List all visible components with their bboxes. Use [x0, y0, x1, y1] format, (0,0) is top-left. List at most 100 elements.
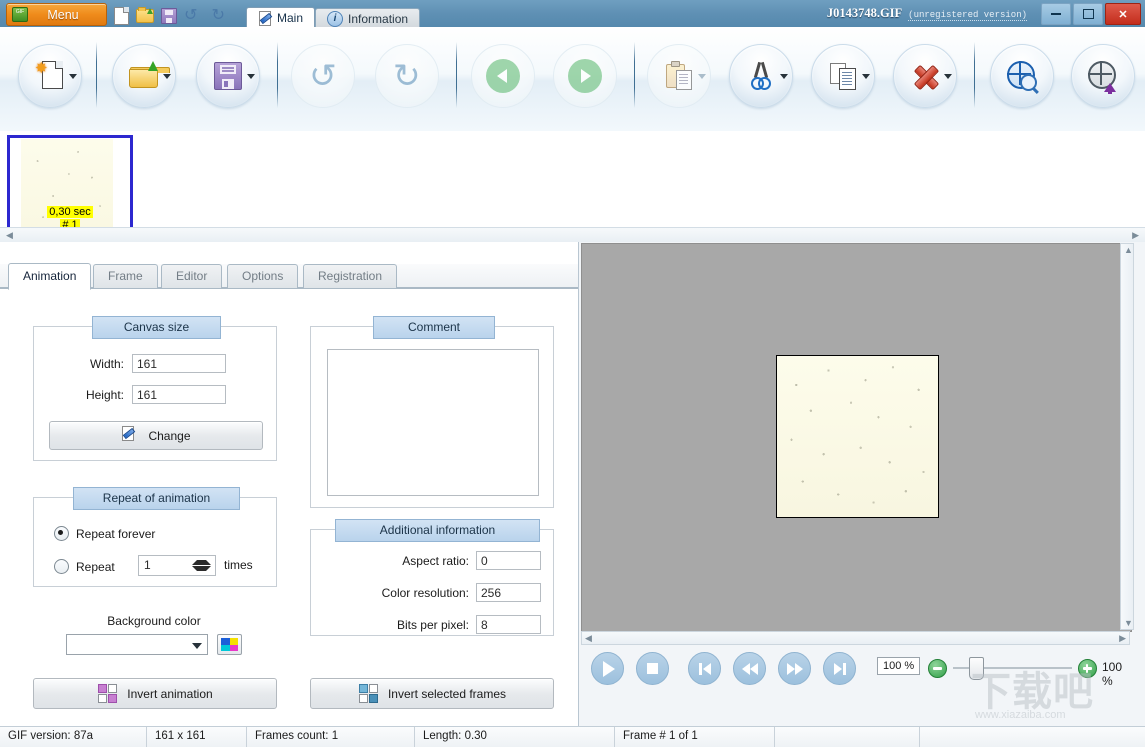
repeat-count-stepper[interactable]: 1 — [138, 555, 216, 576]
comment-textarea[interactable] — [327, 349, 539, 496]
preview-vertical-scrollbar[interactable]: ▲ ▼ — [1120, 243, 1134, 630]
tab-main[interactable]: Main — [246, 7, 316, 28]
next-frame-button[interactable] — [553, 44, 617, 108]
redo-button[interactable]: ↺ — [375, 44, 439, 108]
gif-animator-window: Menu ↺ ↺ Main i Information J0143748.GIF… — [0, 0, 1145, 747]
qat-undo-icon[interactable]: ↺ — [184, 6, 201, 24]
scroll-right-icon[interactable]: ▶ — [1119, 633, 1126, 644]
plus-circle-icon[interactable] — [1078, 659, 1097, 678]
invert-frames-label: Invert selected frames — [387, 686, 507, 701]
tab-options[interactable]: Options — [227, 264, 299, 288]
repeat-forever-label: Repeat forever — [76, 526, 156, 541]
redo-arrow-icon: ↺ — [393, 56, 421, 95]
zoom-slider-thumb[interactable] — [969, 657, 984, 680]
stop-button[interactable] — [636, 652, 669, 685]
tab-animation[interactable]: Animation — [8, 263, 92, 290]
ribbon-separator — [456, 42, 457, 108]
qat-redo-icon[interactable]: ↺ — [208, 5, 225, 24]
scroll-right-icon[interactable]: ▶ — [1132, 230, 1139, 241]
repeat-forever-radio[interactable]: Repeat forever — [54, 526, 155, 541]
open-image-button[interactable] — [112, 44, 176, 108]
undo-arrow-icon: ↺ — [309, 56, 337, 95]
close-button[interactable]: ✕ — [1105, 3, 1141, 25]
status-frames-count: Frames count: 1 — [247, 727, 415, 747]
preview-in-browser-button[interactable] — [990, 44, 1054, 108]
arrow-left-circle-icon — [486, 59, 520, 93]
preview-canvas[interactable] — [581, 243, 1132, 632]
first-frame-button[interactable] — [688, 652, 721, 685]
scroll-left-icon[interactable]: ◀ — [585, 633, 592, 644]
color-palette-button[interactable] — [217, 634, 242, 655]
playback-buttons: 100 % 100 % — [581, 652, 1130, 700]
pencil-document-icon — [258, 11, 272, 26]
radio-dot-icon — [54, 526, 69, 541]
chevron-down-icon[interactable] — [192, 643, 202, 649]
previous-frame-button[interactable] — [471, 44, 535, 108]
play-button[interactable] — [591, 652, 624, 685]
comment-group: Comment — [310, 316, 554, 508]
frame-thumbnail[interactable]: 0,30 sec # 1 — [7, 135, 133, 237]
scroll-left-icon[interactable]: ◀ — [6, 230, 13, 241]
preview-horizontal-scrollbar[interactable]: ◀ ▶ — [581, 631, 1130, 645]
scroll-up-icon[interactable]: ▲ — [1124, 245, 1133, 255]
unregistered-version-note: (unregistered version) — [908, 10, 1027, 21]
bits-per-pixel-value[interactable]: 8 — [476, 615, 541, 634]
menu-button-label: Menu — [47, 7, 79, 22]
delete-button[interactable] — [893, 44, 957, 108]
qat-new-document-icon[interactable] — [112, 6, 129, 25]
status-empty-2 — [920, 727, 1145, 747]
chevron-down-icon — [247, 74, 255, 79]
document-title: J0143748.GIF (unregistered version) — [827, 6, 1027, 21]
tab-editor[interactable]: Editor — [161, 264, 223, 288]
aspect-ratio-value[interactable]: 0 — [476, 551, 541, 570]
ribbon-separator — [974, 42, 975, 108]
minus-circle-icon[interactable] — [928, 659, 947, 678]
chevron-down-icon — [69, 74, 77, 79]
canvas-size-group-title: Canvas size — [92, 316, 221, 339]
watermark-url: www.xiazaiba.com — [975, 709, 1066, 721]
scroll-down-icon[interactable]: ▼ — [1124, 618, 1133, 628]
background-color-combo[interactable] — [66, 634, 208, 655]
comment-group-title: Comment — [373, 316, 495, 339]
qat-open-folder-icon[interactable] — [136, 6, 154, 24]
times-label: times — [224, 558, 253, 572]
color-resolution-value[interactable]: 256 — [476, 583, 541, 602]
aspect-ratio-label: Aspect ratio: — [402, 554, 469, 568]
stepper-up-icon[interactable] — [192, 560, 211, 565]
tab-registration[interactable]: Registration — [303, 264, 398, 288]
scissors-icon — [748, 61, 774, 90]
frame-strip-scrollbar[interactable]: ◀ ▶ — [0, 227, 1145, 242]
new-image-button[interactable]: ✸ — [18, 44, 82, 108]
stepper-down-icon[interactable] — [192, 566, 211, 571]
width-input[interactable]: 161 — [132, 354, 226, 373]
qat-save-disk-icon[interactable] — [160, 7, 177, 24]
preview-pane: ▲ ▼ ◀ ▶ 100 % 100 % 下载吧 www.xiazaiba.com — [579, 242, 1145, 727]
repeat-count-radio[interactable]: Repeat — [54, 559, 115, 574]
copy-button[interactable] — [811, 44, 875, 108]
height-input[interactable]: 161 — [132, 385, 226, 404]
status-bar: GIF version: 87a 161 x 161 Frames count:… — [0, 726, 1145, 747]
status-empty-1 — [775, 727, 920, 747]
title-bar: Menu ↺ ↺ Main i Information J0143748.GIF… — [0, 0, 1145, 28]
forward-button[interactable] — [778, 652, 811, 685]
menu-button[interactable]: Menu — [6, 3, 107, 26]
minimize-button[interactable] — [1041, 3, 1071, 25]
tab-information[interactable]: i Information — [315, 8, 421, 28]
checkerboard-purple-icon — [97, 683, 119, 705]
paste-button[interactable] — [647, 44, 711, 108]
maximize-button[interactable] — [1073, 3, 1103, 25]
upload-button[interactable] — [1071, 44, 1135, 108]
invert-animation-button[interactable]: Invert animation — [33, 678, 277, 709]
save-image-button[interactable] — [196, 44, 260, 108]
last-frame-button[interactable] — [823, 652, 856, 685]
rewind-button[interactable] — [733, 652, 766, 685]
cut-button[interactable] — [729, 44, 793, 108]
canvas-size-group: Canvas size Width: 161 Height: 161 Chang… — [33, 316, 277, 461]
tab-frame[interactable]: Frame — [93, 264, 158, 288]
palette-swatch — [229, 644, 238, 651]
undo-button[interactable]: ↺ — [291, 44, 355, 108]
info-circle-icon: i — [327, 10, 344, 27]
repeat-count-value: 1 — [144, 558, 151, 572]
invert-selected-frames-button[interactable]: Invert selected frames — [310, 678, 554, 709]
change-canvas-size-button[interactable]: Change — [49, 421, 263, 450]
